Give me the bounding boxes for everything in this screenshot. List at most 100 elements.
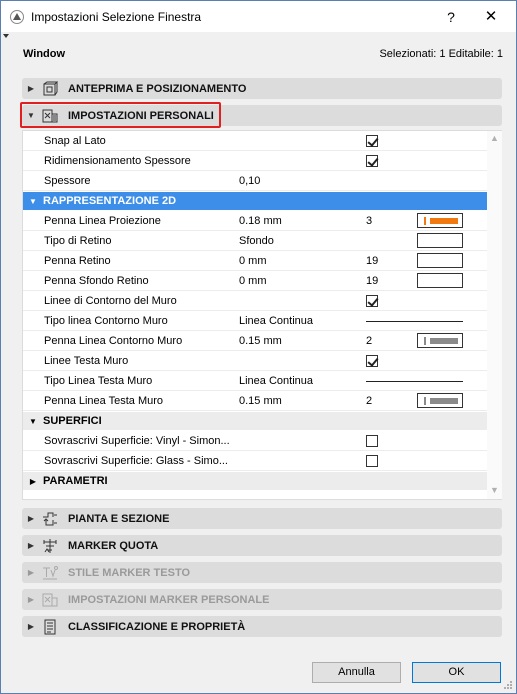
row-penna-sfondo-retino: Penna Sfondo Retino 0 mm 19 [23, 271, 487, 291]
expand-arrow-icon: ▶ [27, 84, 35, 93]
property-value[interactable]: Sfondo [239, 235, 274, 247]
expand-arrow-icon: ▶ [27, 541, 35, 550]
section-anteprima-posizionamento[interactable]: ▶ ANTEPRIMA E POSIZIONAMENTO [22, 78, 502, 99]
pen-swatch[interactable] [417, 213, 463, 228]
pen-swatch[interactable] [417, 253, 463, 268]
property-name: Ridimensionamento Spessore [44, 155, 191, 167]
section-impostazioni-marker-personale: ▶ IMPOSTAZIONI MARKER PERSONALE [22, 589, 502, 610]
property-value[interactable]: 0 mm [239, 275, 267, 287]
collapse-arrow-icon: ▼ [29, 196, 37, 206]
panel-menu-icon[interactable] [3, 34, 9, 38]
row-superficie-glass: Sovrascrivi Superficie: Glass - Simo... [23, 451, 487, 471]
element-type-label: Window [23, 48, 66, 60]
custom-marker-icon [42, 593, 58, 606]
window-title: Impostazioni Selezione Finestra [31, 10, 202, 24]
row-linee-contorno-muro: Linee di Contorno del Muro [23, 291, 487, 311]
line-type-preview[interactable] [366, 321, 463, 322]
section-label: IMPOSTAZIONI MARKER PERSONALE [68, 593, 270, 606]
pen-swatch[interactable] [417, 273, 463, 288]
section-classificazione-proprieta[interactable]: ▶ CLASSIFICAZIONE E PROPRIETÀ [22, 616, 502, 637]
property-name: Linee Testa Muro [44, 355, 129, 367]
ok-button[interactable]: OK [412, 662, 501, 683]
highlight-annotation [20, 102, 221, 128]
property-value[interactable]: Linea Continua [239, 375, 313, 387]
property-name: Tipo linea Contorno Muro [44, 315, 168, 327]
property-name: Snap al Lato [44, 135, 106, 147]
row-penna-linea-testa: Penna Linea Testa Muro 0.15 mm 2 [23, 391, 487, 411]
pen-swatch[interactable] [417, 333, 463, 348]
override-surface-checkbox[interactable] [366, 455, 378, 467]
resize-thickness-checkbox[interactable] [366, 155, 378, 167]
close-button[interactable]: ✕ [481, 7, 501, 27]
pen-color-bar [430, 218, 458, 224]
property-name: Penna Linea Proiezione [44, 215, 161, 227]
scroll-up-icon[interactable]: ▲ [487, 133, 502, 147]
expand-arrow-icon: ▶ [27, 595, 35, 604]
section-label: MARKER QUOTA [68, 539, 159, 552]
group-label: RAPPRESENTAZIONE 2D [43, 195, 177, 207]
expand-arrow-icon: ▶ [27, 568, 35, 577]
selection-header: Window Selezionati: 1 Editabile: 1 [23, 48, 503, 64]
pen-number[interactable]: 2 [366, 395, 372, 407]
property-value[interactable]: 0.15 mm [239, 335, 282, 347]
group-parametri[interactable]: ▶ PARAMETRI [23, 472, 487, 490]
pen-marker-icon [424, 397, 426, 405]
pen-marker-icon [424, 217, 426, 225]
property-name: Sovrascrivi Superficie: Vinyl - Simon... [44, 435, 230, 447]
settings-panel: Snap al Lato Ridimensionamento Spessore … [22, 130, 502, 500]
property-name: Sovrascrivi Superficie: Glass - Simo... [44, 455, 228, 467]
contour-lines-checkbox[interactable] [366, 295, 378, 307]
pen-number[interactable]: 19 [366, 275, 378, 287]
title-bar: Impostazioni Selezione Finestra ? ✕ [1, 1, 516, 32]
wall-end-lines-checkbox[interactable] [366, 355, 378, 367]
scroll-down-icon[interactable]: ▼ [487, 485, 502, 499]
property-value[interactable]: Linea Continua [239, 315, 313, 327]
row-penna-linea-contorno: Penna Linea Contorno Muro 0.15 mm 2 [23, 331, 487, 351]
collapse-arrow-icon: ▼ [29, 416, 37, 426]
property-name: Tipo Linea Testa Muro [44, 375, 153, 387]
section-label: STILE MARKER TESTO [68, 566, 191, 579]
archicad-app-icon [10, 10, 24, 24]
resize-grip-icon[interactable] [503, 680, 513, 690]
pen-number[interactable]: 2 [366, 335, 372, 347]
row-penna-retino: Penna Retino 0 mm 19 [23, 251, 487, 271]
fill-swatch[interactable] [417, 233, 463, 248]
thickness-value[interactable]: 0,10 [239, 175, 260, 187]
row-penna-linea-proiezione: Penna Linea Proiezione 0.18 mm 3 [23, 211, 487, 231]
dialog-window: Impostazioni Selezione Finestra ? ✕ Wind… [0, 0, 517, 694]
group-label: PARAMETRI [43, 475, 108, 487]
classification-icon [44, 619, 56, 634]
help-button[interactable]: ? [441, 7, 461, 27]
pen-swatch[interactable] [417, 393, 463, 408]
text-marker-icon [43, 565, 58, 579]
property-name: Linee di Contorno del Muro [44, 295, 177, 307]
snap-checkbox[interactable] [366, 135, 378, 147]
row-snap-al-lato: Snap al Lato [23, 131, 487, 151]
row-ridimensionamento-spessore: Ridimensionamento Spessore [23, 151, 487, 171]
selection-count-label: Selezionati: 1 Editabile: 1 [379, 48, 503, 60]
section-label: PIANTA E SEZIONE [68, 512, 170, 525]
property-name: Spessore [44, 175, 91, 187]
pen-number[interactable]: 19 [366, 255, 378, 267]
override-surface-checkbox[interactable] [366, 435, 378, 447]
row-spessore: Spessore 0,10 [23, 171, 487, 191]
section-marker-quota[interactable]: ▶ MARKER QUOTA [22, 535, 502, 556]
property-value[interactable]: 0.18 mm [239, 215, 282, 227]
group-superfici[interactable]: ▼ SUPERFICI [23, 412, 487, 430]
section-label: CLASSIFICAZIONE E PROPRIETÀ [68, 620, 246, 633]
pen-number[interactable]: 3 [366, 215, 372, 227]
row-tipo-linea-testa: Tipo Linea Testa Muro Linea Continua [23, 371, 487, 391]
property-value[interactable]: 0 mm [239, 255, 267, 267]
cancel-button[interactable]: Annulla [312, 662, 401, 683]
expand-arrow-icon: ▶ [27, 622, 35, 631]
property-name: Penna Retino [44, 255, 111, 267]
property-value[interactable]: 0.15 mm [239, 395, 282, 407]
section-label: ANTEPRIMA E POSIZIONAMENTO [68, 82, 247, 95]
section-pianta-sezione[interactable]: ▶ PIANTA E SEZIONE [22, 508, 502, 529]
preview-icon [43, 81, 58, 95]
line-type-preview[interactable] [366, 381, 463, 382]
expand-arrow-icon: ▶ [29, 476, 37, 486]
panel-scrollbar[interactable]: ▲ ▼ [487, 131, 502, 499]
group-rappresentazione-2d[interactable]: ▼ RAPPRESENTAZIONE 2D [23, 192, 487, 210]
row-tipo-di-retino: Tipo di Retino Sfondo [23, 231, 487, 251]
